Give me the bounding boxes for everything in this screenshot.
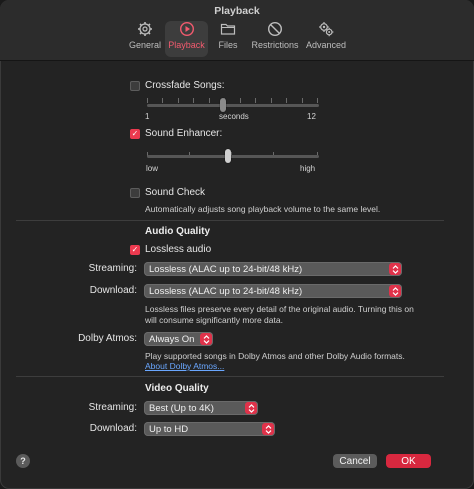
lossless-checkbox[interactable]: ✓ (130, 244, 140, 255)
ok-button[interactable]: OK (386, 454, 431, 468)
video-download-label: Download: (89, 423, 137, 434)
video-streaming-value: Best (Up to 4K) (149, 402, 214, 414)
play-circle-icon (179, 21, 194, 37)
enhancer-high-label: high (300, 164, 316, 173)
help-label: ? (20, 456, 26, 466)
cancel-label: Cancel (339, 455, 371, 467)
crossfade-max-label: 12 (307, 112, 316, 121)
crossfade-unit-label: seconds (219, 112, 249, 121)
playback-pane: Crossfade Songs: 1 seconds 12 ✓ Sound En… (0, 61, 474, 489)
tab-advanced[interactable]: Advanced (304, 21, 348, 57)
lossless-row: ✓ Lossless audio (130, 244, 211, 255)
crossfade-min-label: 1 (145, 112, 150, 121)
audio-download-popup[interactable]: Lossless (ALAC up to 24-bit/48 kHz) (144, 284, 402, 298)
chevron-updown-icon (389, 285, 401, 297)
divider-video (16, 376, 444, 377)
divider-audio (16, 220, 444, 221)
tab-general-label: General (128, 40, 162, 50)
tab-general[interactable]: General (126, 21, 164, 57)
folder-icon (220, 23, 236, 35)
sound-check-checkbox[interactable] (130, 187, 140, 198)
tab-restrictions[interactable]: Restrictions (250, 21, 300, 57)
sound-enhancer-label[interactable]: Sound Enhancer: (145, 128, 222, 139)
tab-restrictions-label: Restrictions (251, 40, 299, 50)
chevron-updown-icon (389, 263, 401, 275)
window-title: Playback (214, 5, 260, 17)
enhancer-low-label: low (146, 164, 159, 173)
audio-quality-title: Audio Quality (145, 226, 210, 237)
restriction-icon (267, 21, 283, 37)
lossless-note-line2: will consume significantly more data. (145, 315, 283, 325)
sound-enhancer-checkbox[interactable]: ✓ (130, 128, 140, 139)
crossfade-checkbox[interactable] (130, 80, 140, 91)
audio-streaming-popup[interactable]: Lossless (ALAC up to 24-bit/48 kHz) (144, 262, 402, 276)
lossless-note-line1: Lossless files preserve every detail of … (145, 304, 414, 314)
help-button[interactable]: ? (16, 454, 30, 468)
audio-streaming-value: Lossless (ALAC up to 24-bit/48 kHz) (149, 263, 303, 275)
ok-label: OK (401, 455, 416, 467)
tab-files[interactable]: Files (213, 21, 243, 57)
gears-icon (319, 22, 334, 37)
video-download-popup[interactable]: Up to HD (144, 422, 275, 436)
video-streaming-popup[interactable]: Best (Up to 4K) (144, 401, 258, 415)
preferences-window: Playback General Playback Files Restrict… (0, 0, 474, 489)
dolby-atmos-popup[interactable]: Always On (144, 332, 213, 346)
dolby-atmos-label: Dolby Atmos: (78, 333, 137, 344)
tab-files-label: Files (218, 40, 238, 50)
enhancer-slider-track[interactable] (147, 155, 319, 158)
sound-check-label[interactable]: Sound Check (145, 187, 205, 198)
chevron-updown-icon (200, 333, 212, 345)
audio-download-label: Download: (89, 285, 137, 296)
chevron-updown-icon (245, 402, 257, 414)
audio-streaming-label: Streaming: (88, 263, 137, 274)
tab-playback-label: Playback (168, 40, 205, 50)
sound-check-description: Automatically adjusts song playback volu… (145, 204, 381, 214)
cancel-button[interactable]: Cancel (333, 454, 377, 468)
crossfade-label[interactable]: Crossfade Songs: (145, 80, 225, 91)
enhancer-slider-knob[interactable] (225, 149, 231, 163)
toolbar: Playback General Playback Files Restrict… (0, 0, 474, 61)
sound-enhancer-row: ✓ Sound Enhancer: (130, 128, 222, 139)
sound-check-row: Sound Check (130, 187, 205, 198)
lossless-label[interactable]: Lossless audio (145, 244, 211, 255)
about-dolby-link[interactable]: About Dolby Atmos... (145, 361, 224, 372)
crossfade-slider-knob[interactable] (220, 98, 226, 112)
video-quality-title: Video Quality (145, 383, 209, 394)
tab-playback[interactable]: Playback (165, 21, 208, 57)
gear-icon (138, 22, 152, 36)
video-streaming-label: Streaming: (88, 402, 137, 413)
video-download-value: Up to HD (149, 423, 189, 435)
crossfade-slider-track[interactable] (147, 104, 319, 107)
crossfade-row: Crossfade Songs: (130, 80, 225, 91)
chevron-updown-icon (262, 423, 274, 435)
dolby-atmos-value: Always On (149, 333, 195, 345)
audio-download-value: Lossless (ALAC up to 24-bit/48 kHz) (149, 285, 303, 297)
tab-advanced-label: Advanced (305, 40, 347, 50)
